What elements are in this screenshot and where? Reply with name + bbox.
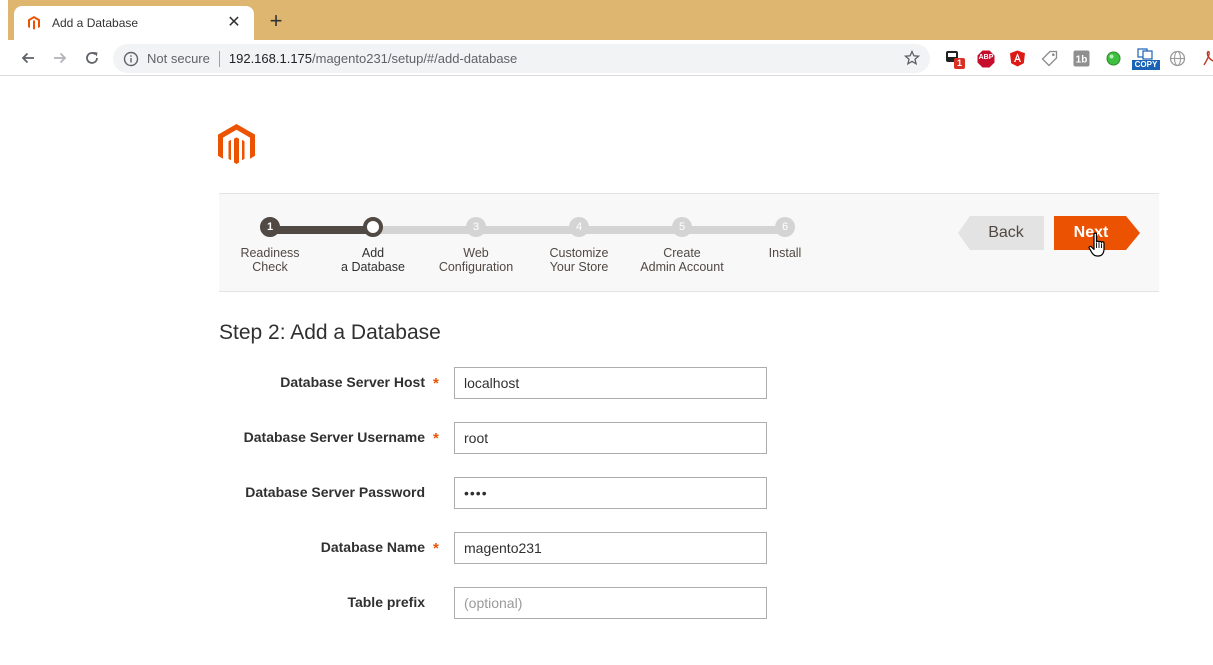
required-marker: * [433, 540, 439, 557]
step-3-number: 3 [472, 221, 480, 233]
step-2-label: Add a Database [318, 246, 428, 274]
hand-cursor-icon [1088, 232, 1105, 257]
onetab-extension-icon[interactable]: 1b [1073, 50, 1090, 67]
new-tab-icon[interactable]: + [265, 10, 287, 33]
copy-label: COPY [1134, 60, 1158, 69]
table-prefix-input[interactable] [454, 587, 767, 619]
browser-tab-active[interactable]: Add a Database ✕ [14, 6, 254, 40]
required-marker: * [433, 430, 439, 447]
step-3-label-line1: Web [463, 246, 489, 260]
forward-arrow-icon[interactable] [50, 48, 70, 68]
back-button[interactable]: Back [958, 216, 1044, 250]
step-1-label-line2: Check [252, 260, 288, 274]
info-icon[interactable] [123, 51, 139, 67]
reload-icon[interactable] [82, 48, 102, 68]
db-password-label: Database Server Password [245, 484, 425, 500]
url-path: /magento231/setup/#/add-database [312, 51, 518, 66]
step-1-label-line1: Readiness [240, 246, 300, 260]
db-host-label: Database Server Host [280, 374, 425, 390]
step-5-label: Create Admin Account [627, 246, 737, 274]
tab-title: Add a Database [52, 16, 139, 30]
globe-extension-icon[interactable] [1169, 50, 1186, 67]
step-4-label-line2: Your Store [549, 260, 609, 274]
address-separator [218, 50, 220, 67]
url-host: 192.168.1.175 [228, 51, 313, 66]
db-username-row: Database Server Username * [219, 422, 779, 454]
page-title: Step 2: Add a Database [219, 321, 441, 344]
db-password-input[interactable] [454, 477, 767, 509]
browser-toolbar: Not secure 192.168.1.175/magento231/setu… [0, 40, 1213, 76]
step-5-number: 5 [678, 221, 686, 233]
step-1-label: Readiness Check [215, 246, 325, 274]
step-6-label-line1: Install [768, 246, 802, 260]
tag-extension-icon[interactable] [1041, 50, 1058, 67]
step-4-dot: 4 [569, 217, 589, 237]
angular-devtools-icon[interactable] [1009, 50, 1026, 67]
table-prefix-row: Table prefix [219, 587, 779, 619]
step-4-label-line1: Customize [549, 246, 609, 260]
table-prefix-label: Table prefix [347, 594, 425, 610]
step-6-number: 6 [781, 221, 789, 233]
svg-text:1b: 1b [1076, 55, 1088, 66]
step-6-label: Install [730, 246, 840, 260]
url-text: 192.168.1.175/magento231/setup/#/add-dat… [229, 51, 517, 66]
step-2-dot [363, 217, 383, 237]
pdf-extension-icon[interactable] [1201, 50, 1213, 67]
progress-fill [270, 226, 373, 234]
back-arrow-icon[interactable] [18, 48, 38, 68]
magento-favicon-icon [28, 16, 40, 30]
db-name-input[interactable] [454, 532, 767, 564]
magento-logo-icon [218, 124, 255, 164]
address-bar[interactable]: Not secure 192.168.1.175/magento231/setu… [113, 44, 930, 73]
step-5-label-line1: Create [663, 246, 701, 260]
security-label: Not secure [147, 51, 210, 66]
close-tab-icon[interactable]: ✕ [226, 15, 242, 31]
step-2-label-line1: Add [361, 246, 385, 260]
db-name-row: Database Name * [219, 532, 779, 564]
green-dot-extension-icon[interactable] [1105, 50, 1122, 67]
db-username-input[interactable] [454, 422, 767, 454]
step-5-dot: 5 [672, 217, 692, 237]
copy-extension-icon[interactable]: COPY [1132, 48, 1160, 70]
step-2-label-line2: a Database [341, 260, 405, 274]
db-username-label: Database Server Username [243, 429, 425, 445]
required-marker: * [433, 375, 439, 392]
db-password-row: Database Server Password [219, 477, 779, 509]
step-4-number: 4 [575, 221, 583, 233]
browser-tabstrip: Add a Database ✕ + [0, 0, 1213, 40]
db-host-row: Database Server Host * [219, 367, 779, 399]
step-3-label-line2: Configuration [438, 260, 514, 274]
extension-badge: 1 [954, 58, 966, 69]
adblock-label: ABP [978, 54, 994, 61]
db-host-input[interactable] [454, 367, 767, 399]
step-1-number: 1 [266, 221, 274, 233]
step-3-label: Web Configuration [421, 246, 531, 274]
extension-notification-icon[interactable]: 1 [945, 50, 966, 69]
adblock-plus-icon[interactable]: ABP [977, 50, 995, 68]
step-3-dot: 3 [466, 217, 486, 237]
bookmark-star-icon[interactable] [904, 50, 920, 66]
db-name-label: Database Name [320, 539, 425, 555]
step-4-label: Customize Your Store [524, 246, 634, 274]
step-5-label-line2: Admin Account [640, 260, 724, 274]
step-6-dot: 6 [775, 217, 795, 237]
step-1-dot: 1 [260, 217, 280, 237]
